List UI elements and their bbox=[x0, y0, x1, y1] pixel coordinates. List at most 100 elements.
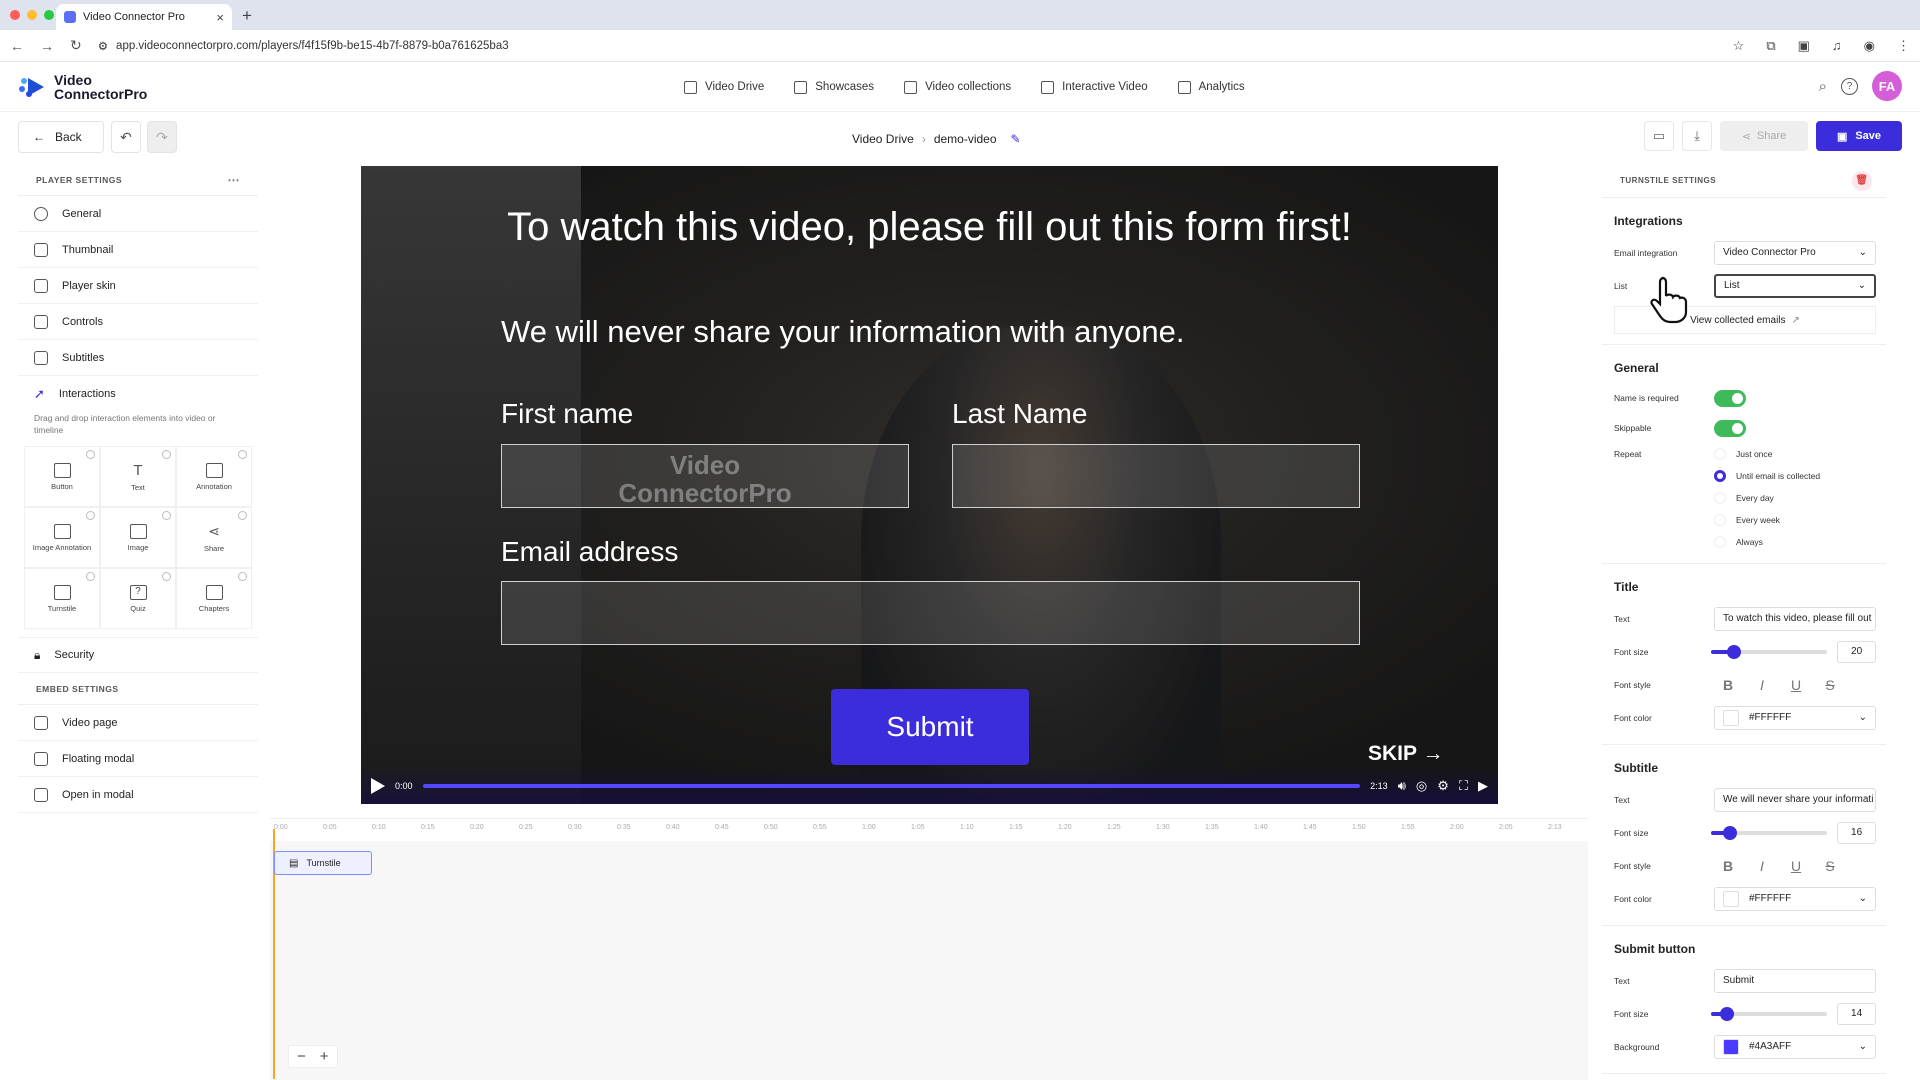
zoom-in-icon[interactable]: + bbox=[320, 1048, 329, 1065]
browser-menu-icon[interactable]: ⋮ bbox=[1897, 38, 1910, 54]
video-preview[interactable]: To watch this video, please fill out thi… bbox=[361, 166, 1498, 804]
undo-button[interactable]: ↶ bbox=[111, 121, 141, 153]
skip-button[interactable]: SKIP → bbox=[1368, 742, 1443, 766]
email-input[interactable] bbox=[501, 581, 1360, 645]
subtitle-font-size-input[interactable]: 16 bbox=[1837, 821, 1877, 844]
slider-knob[interactable] bbox=[1720, 1006, 1735, 1021]
slider-knob[interactable] bbox=[1727, 644, 1742, 659]
repeat-option-every-day[interactable]: Every day bbox=[1714, 487, 1820, 509]
trash-icon[interactable]: 🗑︎ bbox=[1852, 170, 1872, 191]
turnstile-title[interactable]: To watch this video, please fill out thi… bbox=[361, 204, 1498, 251]
subtitle-font-color-select[interactable]: #FFFFFF ⌄ bbox=[1714, 886, 1876, 911]
submit-button[interactable]: Submit bbox=[831, 689, 1029, 765]
info-icon[interactable] bbox=[238, 450, 247, 459]
underline-icon[interactable]: U bbox=[1782, 673, 1810, 697]
radio-dot[interactable] bbox=[1714, 470, 1726, 482]
profile-icon[interactable]: ◉ bbox=[1864, 38, 1875, 54]
repeat-option-always[interactable]: Always bbox=[1714, 531, 1820, 553]
url-field[interactable]: ⚙ app.videoconnectorpro.com/players/f4f1… bbox=[98, 39, 1717, 53]
nav-showcases[interactable]: Showcases bbox=[794, 80, 874, 94]
progress-track[interactable] bbox=[422, 784, 1361, 788]
nav-video-drive[interactable]: Video Drive bbox=[684, 80, 764, 94]
extensions-icon[interactable]: ⧉ bbox=[1766, 38, 1775, 54]
timeline-ruler[interactable]: 0:00 0:05 0:10 0:15 0:20 0:25 0:30 0:35 0:40 0:45… bbox=[270, 819, 1588, 841]
radio-dot[interactable] bbox=[1714, 492, 1726, 504]
repeat-option-just-once[interactable]: Just once bbox=[1714, 443, 1820, 465]
back-nav-icon[interactable]: ← bbox=[10, 38, 24, 54]
help-icon[interactable]: ? bbox=[1841, 77, 1858, 95]
site-info-icon[interactable]: ⚙ bbox=[98, 39, 108, 53]
reload-icon[interactable]: ↻ bbox=[70, 37, 82, 54]
bookmark-star-icon[interactable]: ☆ bbox=[1733, 38, 1745, 54]
sidebar-item-open-in-modal[interactable]: Open in modal bbox=[18, 777, 258, 813]
element-text[interactable]: T Text bbox=[100, 446, 176, 507]
app-logo[interactable]: Video ConnectorPro bbox=[18, 73, 147, 101]
skippable-toggle[interactable] bbox=[1714, 419, 1746, 437]
folder-button[interactable]: ▭ bbox=[1644, 121, 1674, 151]
submit-background-select[interactable]: #4A3AFF ⌄ bbox=[1714, 1034, 1876, 1059]
title-font-size-slider[interactable] bbox=[1710, 644, 1828, 659]
submit-font-size-input[interactable]: 14 bbox=[1837, 1002, 1877, 1025]
info-icon[interactable] bbox=[86, 511, 95, 520]
underline-icon[interactable]: U bbox=[1782, 854, 1810, 878]
sidebar-item-thumbnail[interactable]: Thumbnail bbox=[18, 232, 258, 268]
nav-analytics[interactable]: Analytics bbox=[1177, 80, 1245, 94]
fullscreen-icon[interactable]: ⛶ bbox=[1459, 778, 1468, 794]
sidebar-item-controls[interactable]: Controls bbox=[18, 304, 258, 340]
element-quiz[interactable]: ? Quiz bbox=[100, 568, 176, 629]
subtitle-text-input[interactable]: We will never share your informati bbox=[1714, 787, 1876, 812]
info-icon[interactable] bbox=[86, 450, 95, 459]
nav-video-collections[interactable]: Video collections bbox=[904, 80, 1011, 94]
minimize-window-dot[interactable] bbox=[27, 10, 37, 20]
sidebar-item-video-page[interactable]: Video page bbox=[18, 705, 258, 741]
title-font-color-select[interactable]: #FFFFFF ⌄ bbox=[1714, 705, 1876, 730]
sidebar-item-security[interactable]: 🔒︎ Security bbox=[18, 637, 258, 673]
element-turnstile[interactable]: Turnstile bbox=[24, 568, 100, 629]
info-icon[interactable] bbox=[162, 572, 171, 581]
play-icon[interactable] bbox=[371, 778, 385, 794]
slider-knob[interactable] bbox=[1722, 825, 1737, 840]
edit-pencil-icon[interactable]: ✎ bbox=[1011, 132, 1021, 146]
sidebar-item-player-skin[interactable]: Player skin bbox=[18, 268, 258, 304]
submit-font-size-slider[interactable] bbox=[1710, 1006, 1828, 1021]
element-image[interactable]: Image bbox=[100, 507, 176, 568]
element-button[interactable]: Button bbox=[24, 446, 100, 507]
info-icon[interactable] bbox=[238, 511, 247, 520]
strikethrough-icon[interactable]: S bbox=[1816, 673, 1844, 697]
element-annotation[interactable]: Annotation bbox=[176, 446, 252, 507]
radio-dot[interactable] bbox=[1714, 536, 1726, 548]
captions-icon[interactable]: ◎ bbox=[1416, 778, 1427, 794]
zoom-out-icon[interactable]: − bbox=[297, 1048, 306, 1065]
radio-dot[interactable] bbox=[1714, 514, 1726, 526]
avatar[interactable]: FA bbox=[1872, 71, 1902, 101]
first-name-input[interactable]: Video ConnectorPro bbox=[501, 444, 909, 508]
share-button[interactable]: ⋖ Share bbox=[1720, 121, 1808, 151]
sidebar-item-interactions[interactable]: ➚ Interactions bbox=[18, 376, 258, 412]
sidebar-item-general[interactable]: General bbox=[18, 196, 258, 232]
tab-search-icon[interactable]: ▣ bbox=[1798, 38, 1810, 54]
sidebar-item-floating-modal[interactable]: Floating modal bbox=[18, 741, 258, 777]
info-icon[interactable] bbox=[86, 572, 95, 581]
search-icon[interactable]: ⌕ bbox=[1819, 78, 1827, 95]
subtitle-font-size-slider[interactable] bbox=[1710, 825, 1828, 840]
element-chapters[interactable]: Chapters bbox=[176, 568, 252, 629]
timeline[interactable]: 0:00 0:05 0:10 0:15 0:20 0:25 0:30 0:35 0:40 0:45… bbox=[270, 818, 1588, 1080]
media-icon[interactable]: ♫ bbox=[1832, 38, 1842, 54]
radio-dot[interactable] bbox=[1714, 448, 1726, 460]
close-window-dot[interactable] bbox=[10, 10, 20, 20]
list-select[interactable]: List ⌄ bbox=[1714, 273, 1876, 298]
repeat-option-until-email[interactable]: Until email is collected bbox=[1714, 465, 1820, 487]
redo-button[interactable]: ↷ bbox=[147, 121, 177, 153]
bold-icon[interactable]: B bbox=[1714, 854, 1742, 878]
italic-icon[interactable]: I bbox=[1748, 673, 1776, 697]
element-image-annotation[interactable]: Image Annotation bbox=[24, 507, 100, 568]
maximize-window-dot[interactable] bbox=[44, 10, 54, 20]
timeline-turnstile-chip[interactable]: ▤ Turnstile bbox=[274, 851, 372, 875]
nav-interactive-video[interactable]: Interactive Video bbox=[1041, 80, 1148, 94]
save-button[interactable]: ▣ Save bbox=[1816, 121, 1902, 151]
download-button[interactable]: ⤓ bbox=[1682, 121, 1712, 151]
name-required-toggle[interactable] bbox=[1714, 389, 1746, 407]
info-icon[interactable] bbox=[238, 572, 247, 581]
submit-text-input[interactable]: Submit bbox=[1714, 968, 1876, 993]
last-name-input[interactable] bbox=[952, 444, 1360, 508]
